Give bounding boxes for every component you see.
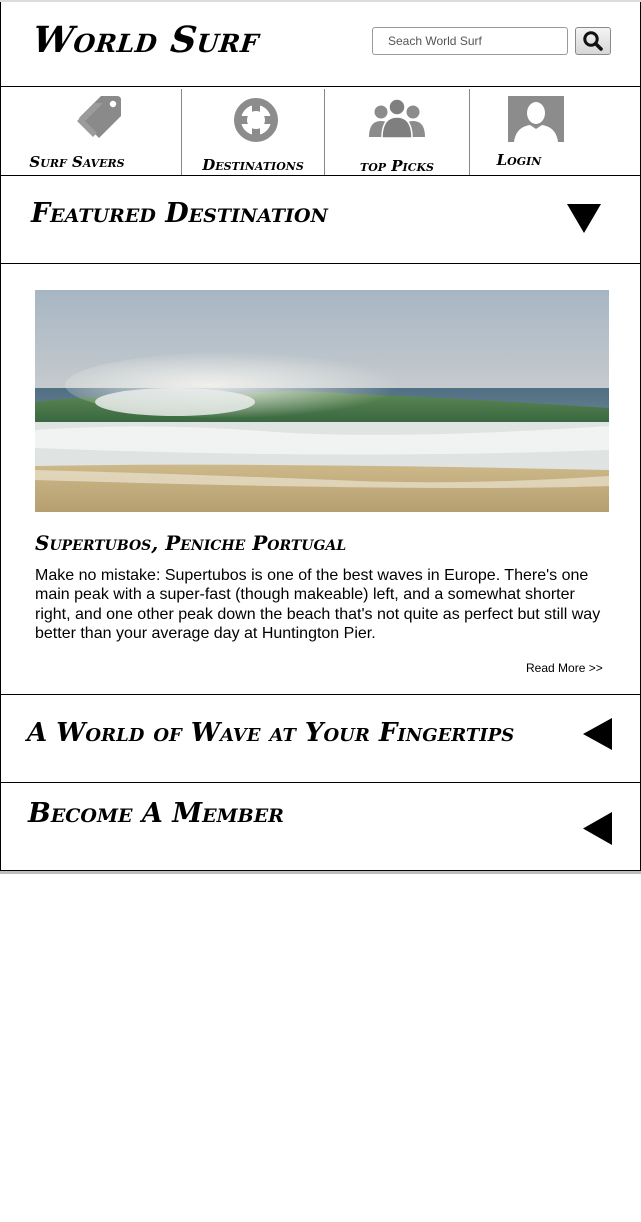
read-more-link[interactable]: Read More >> (526, 661, 603, 675)
triangle-down-icon[interactable] (567, 204, 601, 234)
nav-item-surf-savers[interactable]: Surf Savers (1, 87, 181, 175)
search-input[interactable] (372, 27, 568, 55)
featured-content: Supertubos, Peniche Portugal Make no mis… (0, 263, 641, 695)
triangle-left-icon[interactable] (583, 718, 613, 750)
section-title-world-of-wave: A World of Wave at Your Fingertips (27, 718, 515, 748)
crosshair-icon (234, 98, 278, 142)
bottom-border (0, 871, 641, 874)
section-title-become-member: Become A Member (28, 798, 284, 829)
nav-label-destinations: Destinations (202, 156, 304, 174)
people-icon (369, 98, 425, 139)
nav-label-login: Login (496, 151, 542, 169)
nav-item-login[interactable]: Login (470, 87, 640, 175)
featured-destination-header[interactable]: Featured Destination (0, 176, 641, 264)
header: World Surf (0, 2, 641, 87)
main-nav: Surf Savers Destinations top Picks Login (0, 86, 641, 176)
destination-description: Make no mistake: Supertubos is one of th… (35, 567, 601, 642)
nav-label-surf-savers: Surf Savers (29, 153, 125, 171)
destination-title[interactable]: Supertubos, Peniche Portugal (35, 531, 346, 555)
wave-photo (35, 290, 609, 512)
world-of-wave-header[interactable]: A World of Wave at Your Fingertips (0, 694, 641, 783)
tag-icon (77, 96, 121, 138)
site-logo[interactable]: World Surf (31, 19, 262, 61)
nav-item-destinations[interactable]: Destinations (182, 87, 324, 175)
search-button[interactable] (575, 27, 611, 55)
triangle-left-icon[interactable] (583, 812, 613, 845)
become-member-header[interactable]: Become A Member (0, 782, 641, 871)
user-avatar-icon (508, 96, 564, 142)
search-icon (583, 31, 603, 51)
section-title-featured: Featured Destination (31, 198, 328, 229)
